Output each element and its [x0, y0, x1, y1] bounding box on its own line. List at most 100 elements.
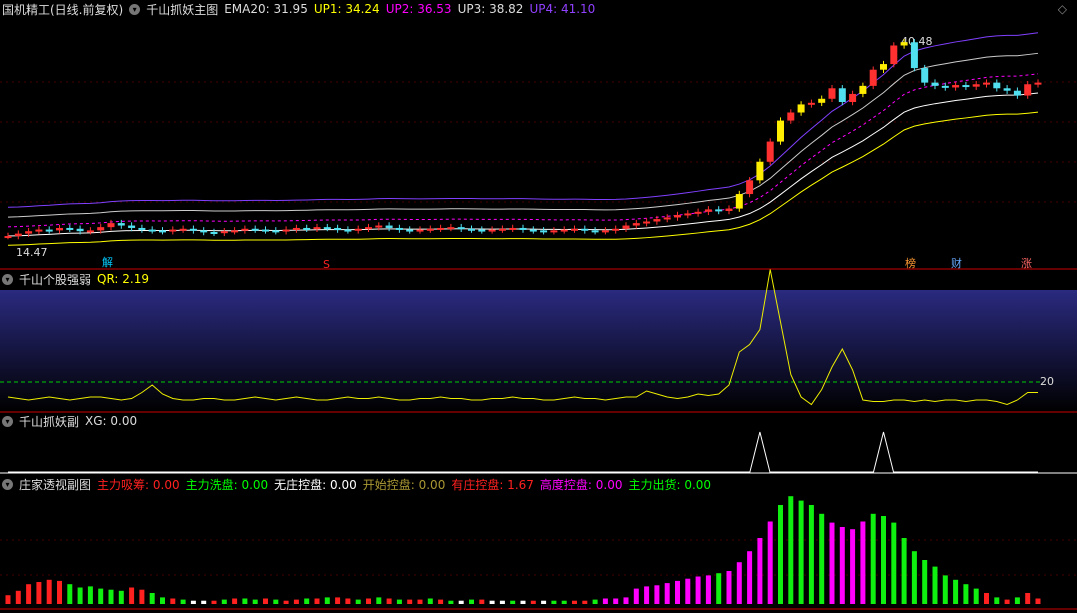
zj-bar — [149, 593, 155, 604]
zj-bar — [582, 600, 588, 604]
zj-bar — [129, 587, 135, 604]
candle-body — [735, 194, 743, 209]
candle-body — [447, 227, 455, 230]
zj-bar — [293, 599, 299, 604]
candle-body — [189, 228, 197, 231]
candle-body — [25, 231, 33, 234]
stock-chart[interactable]: 40.48 14.47 解 S 榜 财 涨 20 — [0, 0, 1077, 613]
band-line-3 — [7, 52, 1039, 218]
zj-bar — [26, 584, 32, 604]
zj-bar — [757, 538, 763, 604]
zj-bar — [458, 600, 464, 604]
qr-line — [7, 269, 1038, 406]
candle-body — [303, 227, 311, 230]
candle-body — [210, 231, 218, 234]
zj-bar — [664, 583, 670, 604]
candle-body — [1024, 84, 1032, 96]
candle-body — [159, 230, 166, 233]
indicator-name[interactable]: 千山抓妖主图 — [146, 1, 218, 18]
zj-bar — [335, 597, 341, 604]
chevron-down-icon[interactable]: ▾ — [2, 415, 13, 427]
candle-body — [529, 229, 537, 232]
zj-bar — [1025, 593, 1031, 604]
zj-bar — [36, 582, 42, 604]
panel2-title[interactable]: 千山个股强弱 — [19, 271, 91, 288]
chevron-down-icon[interactable]: ▾ — [2, 478, 13, 490]
zj-bar — [819, 513, 825, 604]
zj-bar — [5, 595, 11, 604]
candle-body — [704, 209, 712, 212]
zj-bar — [366, 598, 371, 604]
zj-bar — [850, 529, 856, 604]
candle-body — [560, 229, 568, 232]
candle-body — [313, 227, 321, 230]
expand-icon[interactable]: ◇ — [1058, 2, 1067, 16]
zj-item: 主力洗盘: 0.00 — [185, 477, 269, 492]
zj-bar — [798, 500, 804, 604]
candle-body — [323, 227, 331, 230]
candle-body — [869, 69, 877, 86]
candle-body — [498, 228, 506, 231]
zj-bar — [139, 589, 145, 604]
candle-body — [993, 82, 1001, 89]
candle-body — [612, 228, 620, 231]
zj-bar — [860, 521, 866, 604]
candle-body — [591, 230, 599, 233]
candle-body — [880, 64, 887, 70]
xg-line — [8, 431, 1038, 473]
up2-value: UP2: 36.53 — [385, 2, 452, 16]
zj-bar — [778, 505, 783, 604]
marker-cai: 财 — [951, 256, 962, 270]
high-label: 40.48 — [901, 35, 933, 48]
zj-bar — [242, 598, 248, 604]
zj-bar — [15, 590, 21, 604]
marker-bang: 榜 — [905, 256, 916, 270]
candle-body — [766, 141, 774, 162]
zj-bar — [499, 600, 505, 604]
candle-body — [787, 112, 795, 121]
zj-bar — [232, 598, 238, 604]
zj-bar — [736, 562, 742, 604]
candle-body — [983, 82, 990, 85]
panel4-title[interactable]: 庄家透视副图 — [19, 476, 91, 493]
candle-body — [931, 82, 939, 86]
zj-bar — [46, 579, 52, 604]
marker-s: S — [323, 258, 330, 271]
zj-bar — [1004, 599, 1010, 604]
main-header: 国机精工(日线.前复权) ▾ 千山抓妖主图 EMA20: 31.95 UP1: … — [2, 1, 595, 17]
candle-body — [643, 221, 651, 224]
zj-bar — [644, 586, 650, 604]
candle-body — [519, 227, 527, 230]
qr-value: QR: 2.19 — [97, 272, 150, 286]
marker-zhang: 涨 — [1021, 257, 1032, 270]
candle-body — [838, 88, 846, 103]
zj-bar — [963, 584, 969, 604]
candle-body — [344, 229, 352, 232]
candle-body — [76, 228, 84, 232]
band-line-1 — [7, 111, 1039, 246]
candle-body — [416, 229, 424, 232]
panel3-title[interactable]: 千山抓妖副 — [19, 413, 79, 430]
candle-body — [859, 85, 867, 94]
band-line-4 — [7, 32, 1039, 208]
zj-bar — [57, 580, 62, 604]
zj-bar — [190, 600, 196, 604]
candle-body — [972, 84, 980, 87]
chevron-down-icon[interactable]: ▾ — [2, 273, 13, 285]
candle-body — [818, 98, 826, 103]
candle-body — [540, 230, 548, 233]
marker-jie: 解 — [102, 255, 113, 269]
chevron-down-icon[interactable]: ▾ — [129, 3, 141, 15]
candle-body — [334, 227, 342, 230]
zj-bar — [695, 576, 701, 604]
candle-body — [849, 93, 857, 103]
candle-body — [910, 42, 918, 69]
zj-bar — [685, 578, 691, 604]
zj-bar — [170, 598, 176, 604]
zj-bar — [788, 496, 794, 604]
zj-bar — [469, 599, 474, 604]
ema20-value: EMA20: 31.95 — [224, 2, 308, 16]
zj-bar — [623, 597, 629, 604]
zj-item: 主力出货: 0.00 — [628, 477, 712, 492]
zj-bar — [716, 573, 722, 604]
